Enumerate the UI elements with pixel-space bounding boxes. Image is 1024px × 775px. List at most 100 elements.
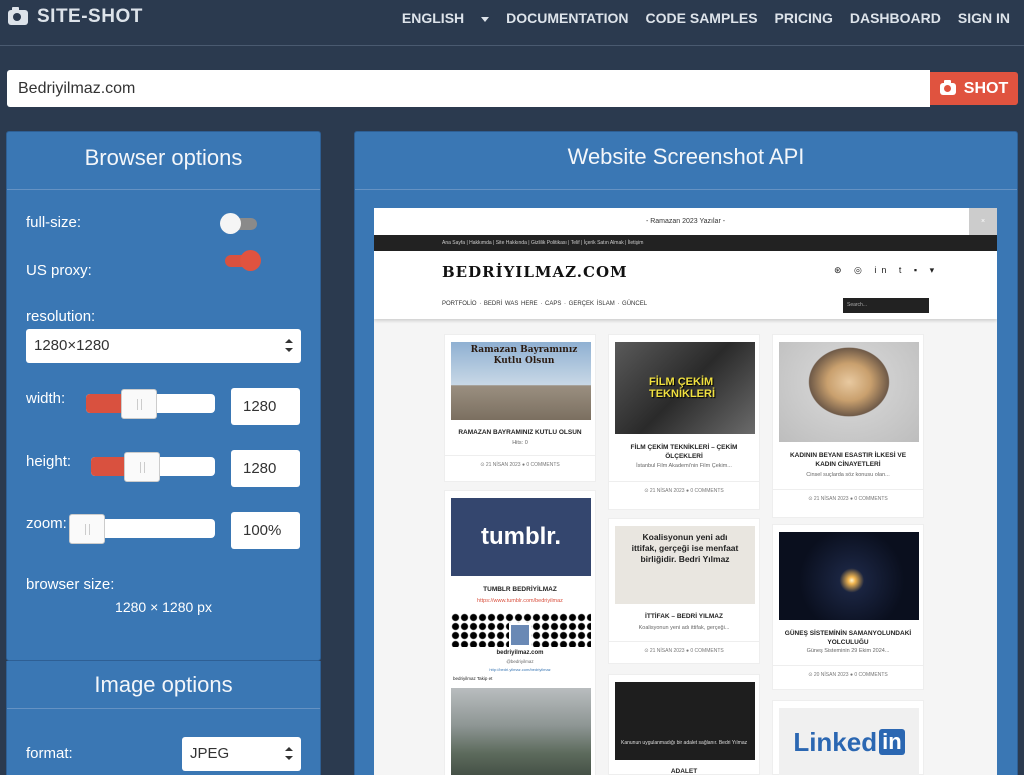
- toggle-knob: [240, 250, 261, 271]
- profile-row: bedriyilmaz Takip et: [453, 676, 493, 681]
- zoom-label: zoom:: [26, 515, 67, 532]
- close-icon: ×: [969, 208, 997, 235]
- linkedin-in-icon: in: [879, 729, 905, 755]
- article-thumbnail: tumblr.: [451, 498, 591, 576]
- full-size-toggle[interactable]: [220, 213, 257, 234]
- article-thumbnail: Koalisyonun yeni adı ittifak, gerçeği is…: [615, 526, 755, 604]
- nav-pricing[interactable]: PRICING: [775, 10, 833, 26]
- article-title: İTTİFAK – BEDRİ YILMAZ: [645, 613, 723, 620]
- url-input[interactable]: [7, 70, 930, 107]
- slider-thumb[interactable]: [124, 452, 160, 482]
- nav-code-samples[interactable]: CODE SAMPLES: [646, 10, 758, 26]
- article-thumbnail: Kanunun uygulanmadığı bir adalet sağlanı…: [615, 682, 755, 760]
- camera-icon: [939, 79, 956, 95]
- thumbnail-text: FİLM ÇEKİM TEKNİKLERİ: [649, 376, 715, 400]
- zoom-slider[interactable]: [69, 514, 215, 544]
- nav-sign-in[interactable]: SIGN IN: [958, 10, 1010, 26]
- article-card: Linked in: [772, 700, 924, 775]
- format-label: format:: [26, 745, 73, 762]
- camera-icon: [8, 6, 28, 25]
- brand-logo[interactable]: SITE-SHOT: [8, 6, 143, 28]
- browser-options-title: Browser options: [7, 132, 320, 190]
- thumbnail-text: Koalisyonun yeni adı ittifak, gerçeği is…: [631, 532, 739, 564]
- resolution-value: 1280×1280: [34, 337, 110, 354]
- article-thumbnail: Ramazan Bayramınız Kutlu Olsun: [451, 342, 591, 420]
- format-select[interactable]: JPEG: [182, 737, 301, 771]
- zoom-input[interactable]: 100%: [231, 512, 300, 549]
- resolution-label: resolution:: [26, 308, 96, 325]
- article-title: KADININ BEYANI ESASTIR İLKESİ VE KADIN C…: [789, 452, 907, 468]
- width-slider[interactable]: [86, 389, 215, 419]
- profile-name: bedriyilmaz.com: [496, 650, 544, 656]
- preview-header: BEDRİYILMAZ.COM ⊛ ◎ in t ▪ ▾ PORTFOLİO ·…: [374, 251, 997, 319]
- article-card: Kanunun uygulanmadığı bir adalet sağlanı…: [608, 674, 760, 775]
- article-thumbnail: [779, 532, 919, 620]
- article-card: tumblr. TUMBLR BEDRİYİLMAZ https://www.t…: [444, 490, 596, 775]
- thumbnail-text: Ramazan Bayramınız Kutlu Olsun: [470, 345, 578, 366]
- image-options-title: Image options: [7, 661, 320, 709]
- preview-logo: BEDRİYILMAZ.COM: [442, 263, 628, 281]
- us-proxy-toggle[interactable]: [225, 250, 261, 271]
- article-excerpt: Güneş Sisteminin 29 Ekim 2024...: [806, 648, 890, 654]
- article-excerpt: Cinsel suçlarda söz konusu olan...: [806, 472, 890, 478]
- preview-panel-title: Website Screenshot API: [355, 132, 1017, 190]
- article-meta: ⊙ 21 NİSAN 2023 ● 0 COMMENTS: [609, 641, 759, 654]
- browser-size-label: browser size:: [26, 576, 115, 593]
- profile-handle: @bedriyilmaz: [506, 659, 534, 664]
- social-icons: ⊛ ◎ in t ▪ ▾: [834, 265, 940, 275]
- browser-size-value: 1280 × 1280 px: [115, 599, 212, 615]
- nav-language-label: ENGLISH: [401, 10, 465, 26]
- nav-documentation[interactable]: DOCUMENTATION: [506, 10, 628, 26]
- website-screenshot-preview: - Ramazan 2023 Yazılar - × Ana Sayfa | H…: [374, 208, 997, 775]
- width-input[interactable]: 1280: [231, 388, 300, 425]
- article-title: ADALET: [670, 768, 698, 775]
- height-slider[interactable]: [91, 452, 215, 482]
- caret-down-icon: [481, 16, 490, 22]
- brand-name: SITE-SHOT: [37, 6, 143, 27]
- article-title: FİLM ÇEKİM TEKNİKLERİ – ÇEKİM ÖLÇEKLERİ: [630, 444, 738, 460]
- article-card: KADININ BEYANI ESASTIR İLKESİ VE KADIN C…: [772, 334, 924, 518]
- article-excerpt: Hits: 0: [512, 440, 528, 446]
- image-options-panel: Image options format: JPEG: [6, 661, 321, 775]
- width-label: width:: [26, 390, 66, 407]
- top-navbar: SITE-SHOT ENGLISH DOCUMENTATION CODE SAM…: [0, 0, 1024, 46]
- us-proxy-label: US proxy:: [26, 262, 92, 279]
- nav-dashboard[interactable]: DASHBOARD: [850, 10, 941, 26]
- article-meta: ⊙ 20 NİSAN 2023 ● 0 COMMENTS: [773, 665, 923, 678]
- landscape-photo: [451, 688, 591, 775]
- thumbnail-text: Kanunun uygulanmadığı bir adalet sağlanı…: [621, 740, 748, 746]
- height-label: height:: [26, 453, 72, 470]
- nav-menu: ENGLISH DOCUMENTATION CODE SAMPLES PRICI…: [368, 10, 1010, 26]
- article-title: RAMAZAN BAYRAMINIZ KUTLU OLSUN: [458, 429, 582, 436]
- slider-thumb[interactable]: [69, 514, 105, 544]
- slider-thumb[interactable]: [121, 389, 157, 419]
- height-input[interactable]: 1280: [231, 450, 300, 487]
- article-meta: ⊙ 21 NİSAN 2023 ● 0 COMMENTS: [445, 455, 595, 468]
- article-title: TUMBLR BEDRİYİLMAZ: [483, 586, 557, 593]
- preview-menu: PORTFOLİO · BEDRİ WAS HERE · CAPS · GERÇ…: [442, 301, 648, 307]
- article-card: Koalisyonun yeni adı ittifak, gerçeği is…: [608, 518, 760, 664]
- select-arrows-icon: [285, 747, 293, 760]
- shot-button-label: SHOT: [963, 79, 1009, 97]
- article-card: FİLM ÇEKİM TEKNİKLERİ FİLM ÇEKİM TEKNİKL…: [608, 334, 760, 510]
- tumblr-logo: tumblr.: [480, 523, 561, 550]
- article-thumbnail: FİLM ÇEKİM TEKNİKLERİ: [615, 342, 755, 434]
- linkedin-logo: Linked: [793, 726, 878, 757]
- toggle-knob: [220, 213, 241, 234]
- preview-topbar: Ana Sayfa | Hakkımda | Site Hakkında | G…: [374, 235, 997, 251]
- profile-link: http://bedri.yilmaz.com/bedriyilmaz: [489, 667, 551, 672]
- article-title: GÜNEŞ SİSTEMİNİN SAMANYOLUNDAKİ YOLCULUĞ…: [784, 630, 912, 646]
- article-excerpt: Koalisyonun yeni adı ittifak, gerçeği...: [638, 625, 730, 631]
- select-arrows-icon: [285, 339, 293, 352]
- avatar: [509, 623, 531, 647]
- article-thumbnail: Linked in: [779, 708, 919, 775]
- article-card: Ramazan Bayramınız Kutlu Olsun RAMAZAN B…: [444, 334, 596, 482]
- article-link: https://www.tumblr.com/bedriyilmaz: [477, 598, 563, 604]
- article-meta: ⊙ 21 NİSAN 2023 ● 0 COMMENTS: [773, 489, 923, 502]
- resolution-select[interactable]: 1280×1280: [26, 329, 301, 363]
- shot-button[interactable]: SHOT: [930, 72, 1018, 105]
- article-excerpt: İstanbul Film Akademi'nin Film Çekim...: [636, 463, 732, 469]
- nav-language[interactable]: ENGLISH: [385, 10, 490, 26]
- article-meta: ⊙ 21 NİSAN 2023 ● 0 COMMENTS: [609, 481, 759, 494]
- full-size-label: full-size:: [26, 214, 82, 231]
